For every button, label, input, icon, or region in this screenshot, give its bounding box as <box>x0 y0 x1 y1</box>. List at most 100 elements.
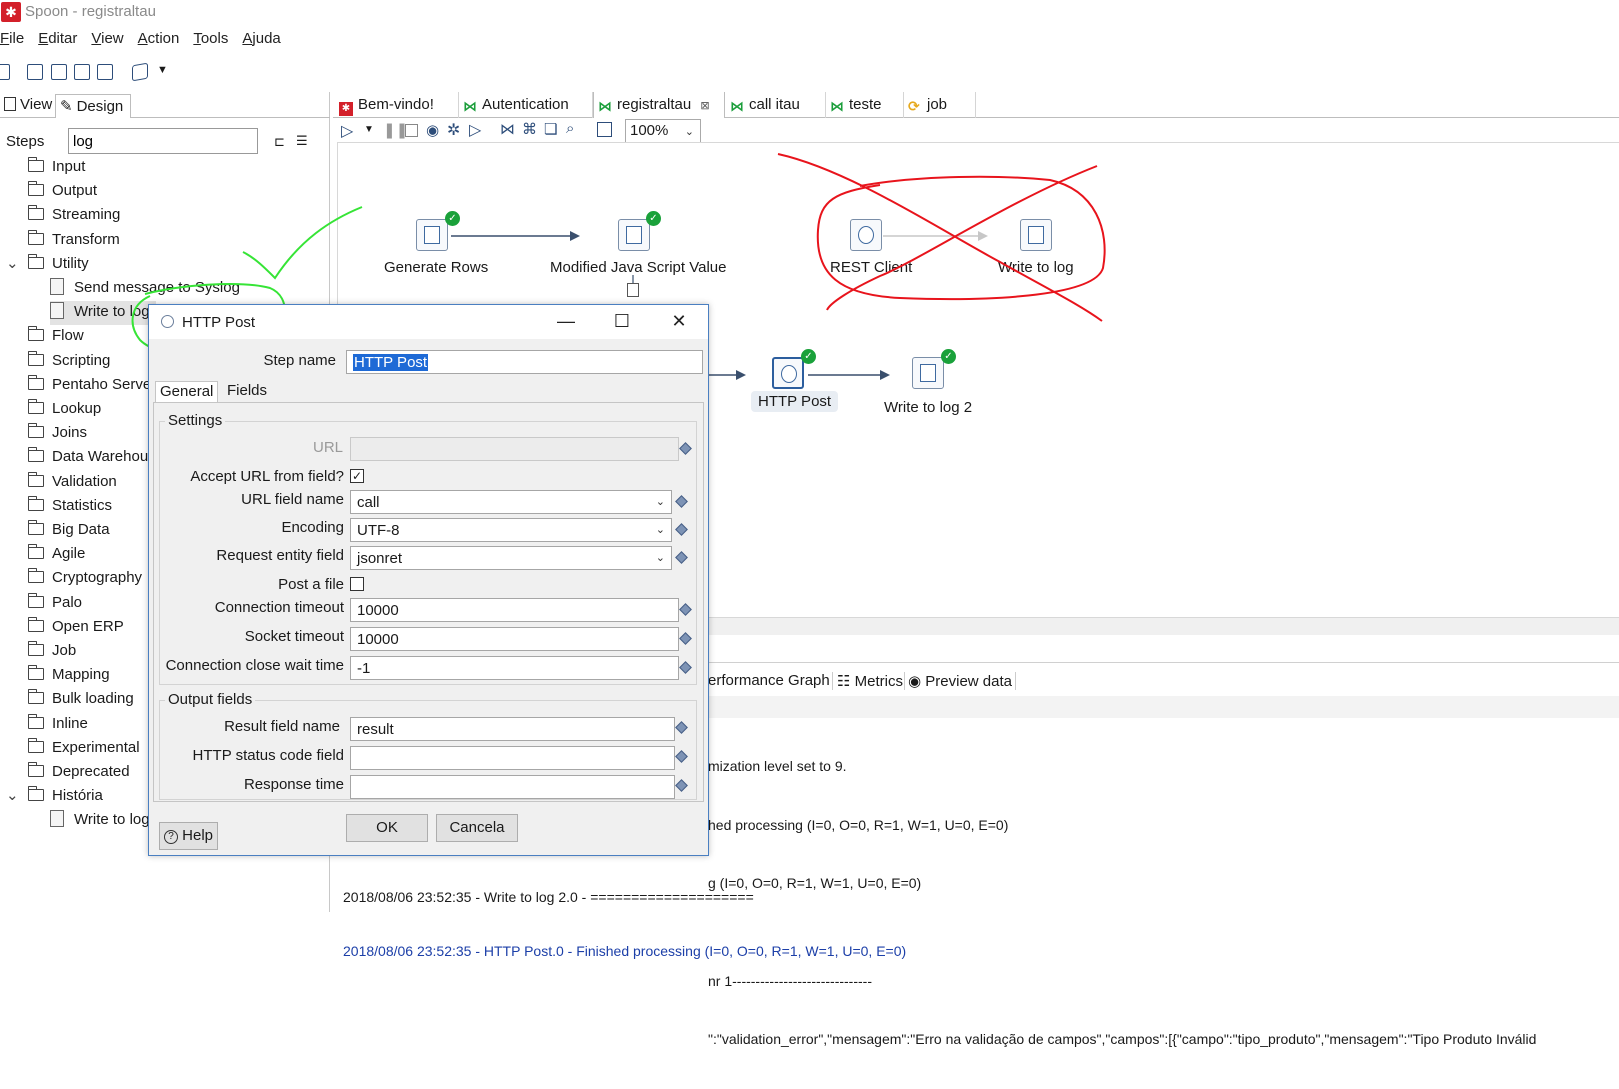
generate-rows-step[interactable] <box>416 219 448 251</box>
steps-search-input[interactable] <box>68 128 258 154</box>
collapse-all-icon[interactable]: ⊏ <box>274 134 285 150</box>
zoom-select[interactable]: 100% ⌄ <box>625 119 701 143</box>
http-post-step[interactable] <box>772 357 804 389</box>
log-line: ":"validation_error","mensagem":"Erro na… <box>708 1031 1537 1047</box>
run-icon[interactable]: ▷ <box>341 121 353 141</box>
explore-db-icon[interactable]: ⌕ <box>566 120 574 137</box>
tree-folder-item[interactable]: História <box>28 785 103 809</box>
tree-folder-item[interactable]: Scripting <box>28 350 110 374</box>
connection-timeout-input[interactable]: 10000 <box>350 598 679 622</box>
tree-folder-item[interactable]: Transform <box>28 229 120 253</box>
tree-folder-item[interactable]: Deprecated <box>28 761 130 785</box>
sql-icon[interactable]: ❏ <box>544 120 557 138</box>
debug-icon[interactable]: ✲ <box>447 120 460 140</box>
write-to-log-2-step[interactable] <box>912 357 944 389</box>
tree-folder-item[interactable]: Pentaho Server <box>28 374 156 398</box>
chevron-down-icon[interactable]: ⌄ <box>6 786 19 804</box>
menu-view[interactable]: View <box>91 30 129 52</box>
response-time-input[interactable] <box>350 775 675 799</box>
encoding-select[interactable]: UTF-8 ⌄ <box>350 518 672 542</box>
close-tab-icon[interactable]: ⊠ <box>700 100 709 112</box>
post-file-checkbox[interactable] <box>350 577 364 591</box>
tab-call-itau[interactable]: ⋈ call itau <box>726 92 826 118</box>
step-name-input[interactable]: HTTP Post <box>346 350 703 374</box>
tree-step-item[interactable]: Write to log <box>50 809 150 833</box>
tab-bem-vindo[interactable]: ✱ Bem-vindo! <box>335 92 459 118</box>
tree-step-item[interactable]: Send message to Syslog <box>50 277 240 301</box>
tree-folder-item[interactable]: Experimental <box>28 737 140 761</box>
tab-view[interactable]: View <box>0 94 56 118</box>
menu-ajuda[interactable]: Ajuda <box>242 30 286 52</box>
tree-folder-item[interactable]: Open ERP <box>28 616 124 640</box>
tab-performance-graph[interactable]: erformance Graph <box>708 672 830 689</box>
tab-metrics[interactable]: ☷ Metrics <box>832 672 903 690</box>
tab-design[interactable]: ✎ Design <box>55 94 131 118</box>
url-field-select[interactable]: call ⌄ <box>350 490 672 514</box>
folder-icon <box>28 229 44 245</box>
tree-folder-item[interactable]: Flow <box>28 325 84 349</box>
grid-icon[interactable] <box>597 122 612 137</box>
tree-item-label: Flow <box>52 327 84 345</box>
tree-folder-item[interactable]: Job <box>28 640 76 664</box>
save-icon[interactable] <box>74 64 90 80</box>
tree-folder-item[interactable]: Input <box>28 156 85 180</box>
verify-icon[interactable]: ⋈ <box>500 120 515 138</box>
cancel-button[interactable]: Cancela <box>436 814 518 842</box>
modified-javascript-step[interactable] <box>618 219 650 251</box>
tree-folder-item[interactable]: Joins <box>28 422 87 446</box>
open-file-icon[interactable] <box>27 64 43 80</box>
impact-icon[interactable]: ⌘ <box>522 120 537 138</box>
menu-action[interactable]: Action <box>138 30 186 52</box>
tab-job[interactable]: ⟳ job <box>904 92 976 118</box>
tab-autentication[interactable]: ⋈ Autentication <box>459 92 593 118</box>
result-field-input[interactable]: result <box>350 717 675 741</box>
tree-folder-item[interactable]: Bulk loading <box>28 688 134 712</box>
tab-view-label: View <box>20 96 53 113</box>
minimize-button[interactable]: — <box>551 311 581 332</box>
rest-client-step[interactable] <box>850 219 882 251</box>
tree-folder-item[interactable]: Mapping <box>28 664 110 688</box>
tree-folder-item[interactable]: Cryptography <box>28 567 142 591</box>
layers-icon[interactable] <box>132 62 148 82</box>
tab-registraltau[interactable]: ⋈ registraltau ⊠ <box>593 92 725 118</box>
explore-repository-icon[interactable] <box>51 64 67 80</box>
tree-folder-item[interactable]: Utility <box>28 253 89 277</box>
tab-teste[interactable]: ⋈ teste <box>826 92 904 118</box>
tree-folder-item[interactable]: Agile <box>28 543 85 567</box>
maximize-button[interactable]: ☐ <box>607 311 637 332</box>
tree-folder-item[interactable]: Palo <box>28 592 82 616</box>
close-wait-input[interactable]: -1 <box>350 656 679 680</box>
tree-folder-item[interactable]: Lookup <box>28 398 101 422</box>
save-as-icon[interactable] <box>97 64 113 80</box>
tree-folder-item[interactable]: Big Data <box>28 519 110 543</box>
new-file-icon[interactable] <box>0 64 10 80</box>
ok-button[interactable]: OK <box>346 814 428 842</box>
replay-icon[interactable]: ▷ <box>469 120 481 140</box>
tree-folder-item[interactable]: Output <box>28 180 97 204</box>
request-entity-select[interactable]: jsonret ⌄ <box>350 546 672 570</box>
menu-editar[interactable]: Editar <box>38 30 83 52</box>
chevron-down-icon[interactable]: ▼ <box>364 124 374 135</box>
tab-fields[interactable]: Fields <box>223 381 271 403</box>
preview-icon[interactable]: ◉ <box>426 121 439 139</box>
socket-timeout-input[interactable]: 10000 <box>350 627 679 651</box>
write-to-log-step[interactable] <box>1020 219 1052 251</box>
status-code-input[interactable] <box>350 746 675 770</box>
chevron-down-icon[interactable]: ⌄ <box>6 254 19 272</box>
tab-general[interactable]: General <box>155 381 219 403</box>
accept-url-checkbox[interactable]: ✓ <box>350 469 364 483</box>
tree-folder-item[interactable]: Inline <box>28 713 88 737</box>
tree-step-item[interactable]: Write to log <box>50 301 156 326</box>
tree-folder-item[interactable]: Validation <box>28 471 117 495</box>
tree-folder-item[interactable]: Data Warehouse <box>28 446 164 470</box>
chevron-down-icon[interactable]: ▼ <box>157 64 168 76</box>
help-button[interactable]: ? Help <box>159 822 218 850</box>
tab-preview-data[interactable]: ◉ Preview data <box>904 672 1016 690</box>
expand-all-icon[interactable]: ☰ <box>296 133 308 149</box>
tree-folder-item[interactable]: Statistics <box>28 495 112 519</box>
stop-icon[interactable] <box>405 124 418 137</box>
tree-folder-item[interactable]: Streaming <box>28 204 120 228</box>
menu-tools[interactable]: Tools <box>193 30 234 52</box>
close-button[interactable]: ✕ <box>664 311 694 332</box>
menu-file[interactable]: File <box>0 30 30 52</box>
